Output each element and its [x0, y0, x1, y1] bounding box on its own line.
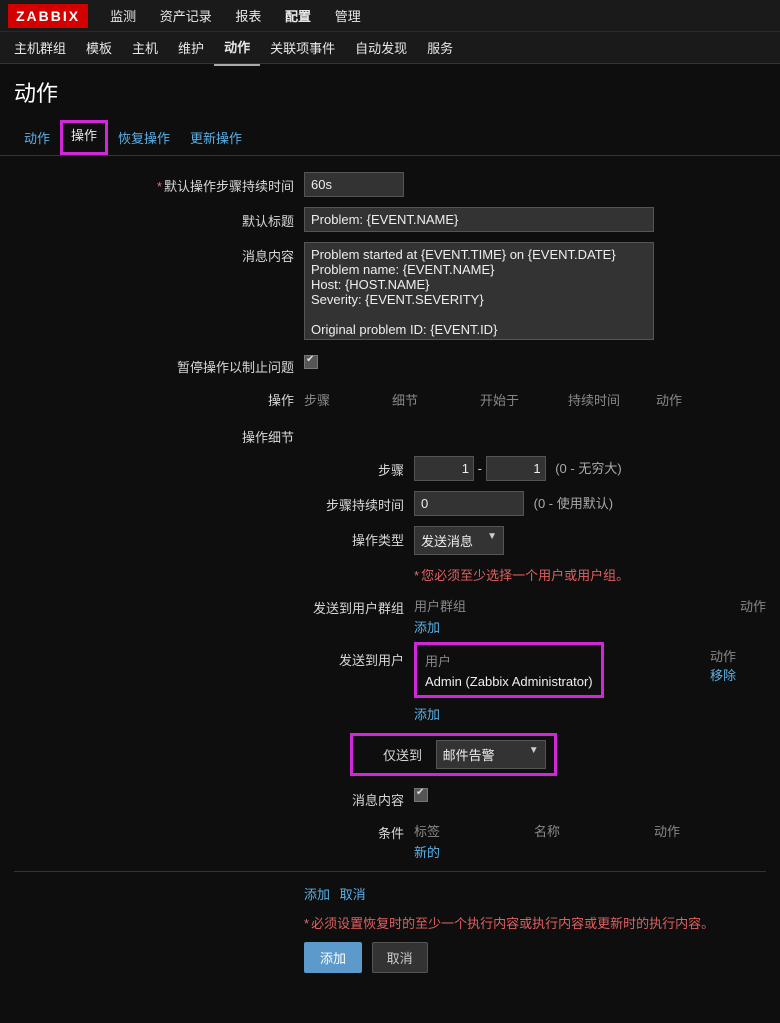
label-conditions: 条件	[14, 819, 414, 842]
link-remove-user[interactable]: 移除	[710, 668, 736, 683]
tab-action[interactable]: 动作	[14, 120, 60, 155]
chevron-down-icon: ▼	[487, 531, 497, 542]
ops-col-duration: 持续时间	[568, 390, 656, 409]
ops-col-action: 动作	[656, 390, 744, 409]
label-pause: 暂停操作以制止问题	[14, 353, 304, 376]
link-new-condition[interactable]: 新的	[414, 845, 440, 860]
col-usergroup: 用户群组	[414, 596, 634, 615]
input-default-title[interactable]	[304, 207, 654, 232]
checkbox-msg-content[interactable]	[414, 788, 428, 802]
col-action: 动作	[634, 596, 766, 615]
chevron-down-icon: ▼	[529, 745, 539, 756]
highlight-only-send: 仅送到 邮件告警 ▼	[350, 733, 557, 776]
subnav-hosts[interactable]: 主机	[122, 30, 168, 65]
highlight-user-box: 用户 Admin (Zabbix Administrator)	[414, 642, 604, 698]
col-user: 用户	[425, 651, 593, 670]
ops-col-detail: 细节	[392, 390, 480, 409]
cond-col-tag: 标签	[414, 821, 534, 840]
label-default-title: 默认标题	[14, 207, 304, 230]
link-add-op[interactable]: 添加	[304, 887, 330, 902]
label-steps: 步骤	[14, 456, 414, 479]
sub-nav: 主机群组 模板 主机 维护 动作 关联项事件 自动发现 服务	[0, 32, 780, 64]
form-tabs: 动作 操作 恢复操作 更新操作	[0, 120, 780, 156]
textarea-message-content[interactable]: Problem started at {EVENT.TIME} on {EVEN…	[304, 242, 654, 340]
checkbox-pause[interactable]	[304, 355, 318, 369]
recover-note: 必须设置恢复时的至少一个执行内容或执行内容或更新时的执行内容。	[311, 916, 714, 931]
top-header: ZABBIX 监测 资产记录 报表 配置 管理	[0, 0, 780, 32]
topnav-inventory[interactable]: 资产记录	[150, 1, 222, 32]
link-cancel-op[interactable]: 取消	[340, 887, 366, 902]
col-action-user: 动作	[604, 646, 736, 665]
ops-col-steps: 步骤	[304, 390, 392, 409]
input-step-to[interactable]	[486, 456, 546, 481]
input-step-duration[interactable]	[414, 491, 524, 516]
tab-recovery[interactable]: 恢复操作	[108, 120, 180, 155]
subnav-discovery[interactable]: 自动发现	[345, 30, 417, 65]
link-add-group[interactable]: 添加	[414, 620, 440, 635]
btn-add[interactable]: 添加	[304, 942, 362, 973]
tab-operation[interactable]: 操作	[63, 123, 105, 148]
select-op-type[interactable]: 发送消息 ▼	[414, 526, 504, 555]
highlight-tab-operation: 操作	[60, 120, 108, 155]
hint-step-range: (0 - 无穷大)	[555, 461, 621, 476]
label-step-duration: 步骤持续时间	[14, 491, 414, 514]
subnav-correlation[interactable]: 关联项事件	[260, 30, 345, 65]
brand-logo: ZABBIX	[8, 4, 88, 28]
tab-update[interactable]: 更新操作	[180, 120, 252, 155]
cond-col-name: 名称	[534, 821, 654, 840]
label-msg-content2: 消息内容	[14, 786, 414, 809]
subnav-hostgroups[interactable]: 主机群组	[4, 30, 76, 65]
label-send-user: 发送到用户	[14, 646, 414, 669]
subnav-services[interactable]: 服务	[417, 30, 463, 65]
selected-user: Admin (Zabbix Administrator)	[425, 674, 593, 689]
label-send-group: 发送到用户群组	[14, 594, 414, 617]
label-op-detail: 操作细节	[14, 423, 304, 446]
select-only-send[interactable]: 邮件告警 ▼	[436, 740, 546, 769]
label-only-send: 仅送到	[383, 748, 422, 763]
hint-step-duration: (0 - 使用默认)	[534, 496, 613, 511]
label-operations: 操作	[14, 386, 304, 409]
subnav-templates[interactable]: 模板	[76, 30, 122, 65]
topnav-config[interactable]: 配置	[275, 1, 321, 32]
topnav-monitor[interactable]: 监测	[100, 1, 146, 32]
subnav-maintenance[interactable]: 维护	[168, 30, 214, 65]
cond-col-action: 动作	[654, 821, 766, 840]
ops-col-start: 开始于	[480, 390, 568, 409]
label-op-type: 操作类型	[14, 526, 414, 549]
topnav-reports[interactable]: 报表	[225, 1, 271, 32]
operations-table: 步骤 细节 开始于 持续时间 动作	[304, 386, 744, 413]
link-add-user[interactable]: 添加	[414, 707, 440, 722]
input-step-from[interactable]	[414, 456, 474, 481]
operation-form: *默认操作步骤持续时间 默认标题 消息内容 Problem started at…	[0, 156, 780, 1023]
label-default-step-duration: *默认操作步骤持续时间	[14, 172, 304, 195]
topnav-admin[interactable]: 管理	[325, 1, 371, 32]
page-title: 动作	[0, 64, 780, 120]
input-default-step-duration[interactable]	[304, 172, 404, 197]
label-message-content: 消息内容	[14, 242, 304, 265]
subnav-actions[interactable]: 动作	[214, 29, 260, 66]
warn-select-user: 您必须至少选择一个用户或用户组。	[421, 568, 629, 583]
btn-cancel[interactable]: 取消	[372, 942, 428, 973]
top-nav: 监测 资产记录 报表 配置 管理	[100, 6, 371, 25]
